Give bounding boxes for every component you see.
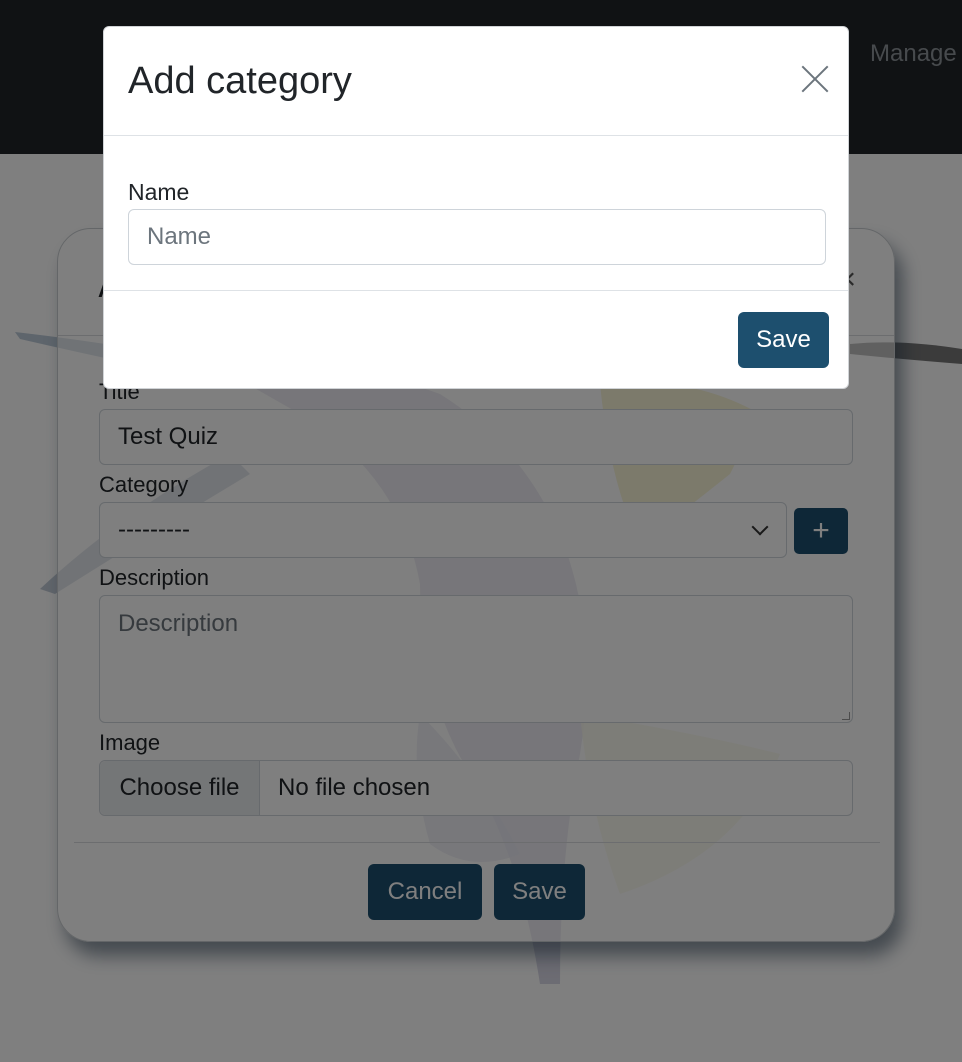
modal-title: Add category xyxy=(128,60,352,102)
close-icon[interactable] xyxy=(798,63,832,97)
modal-footer-divider xyxy=(104,290,848,291)
name-input[interactable] xyxy=(128,209,826,265)
modal-header-divider xyxy=(104,135,848,136)
name-label: Name xyxy=(128,179,190,205)
modal-save-button[interactable]: Save xyxy=(738,312,829,368)
add-category-modal: Add category Name Save xyxy=(103,26,849,389)
